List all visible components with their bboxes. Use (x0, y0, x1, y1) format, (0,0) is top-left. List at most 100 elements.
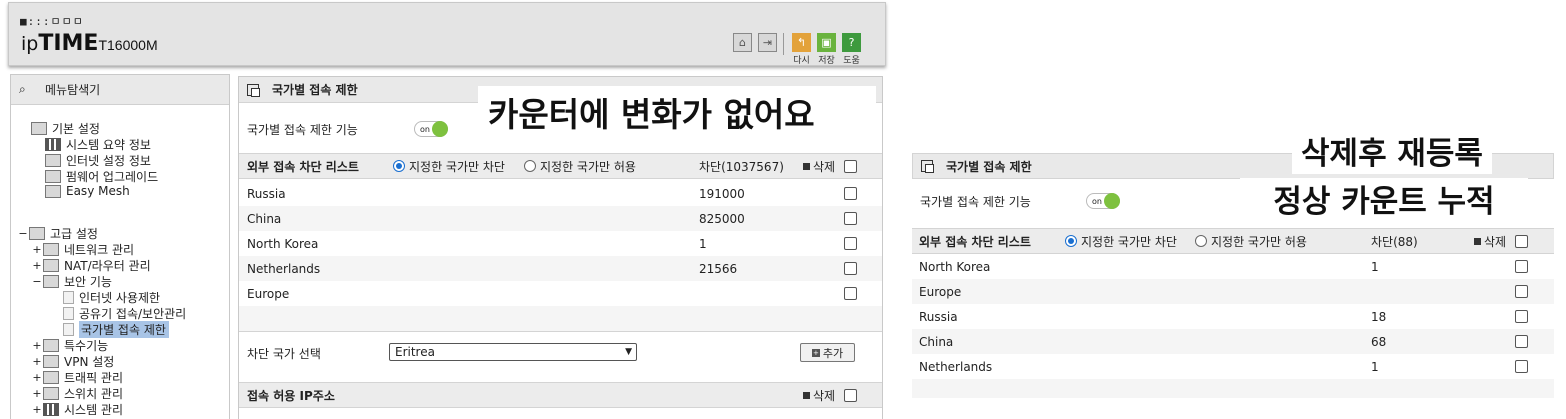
radio-block-only[interactable]: 지정한 국가만 차단 (1065, 233, 1177, 250)
tree-item-access-security[interactable]: 공유기 접속/보안관리 (63, 305, 186, 322)
table-row: Netherlands 1 (912, 354, 1554, 379)
radio-allow-only[interactable]: 지정한 국가만 허용 (1195, 233, 1307, 250)
logout-icon[interactable]: ⇥ (758, 33, 777, 52)
add-country-button[interactable]: + 추가 (800, 343, 855, 362)
router-header: ■:::ㅁㅁㅁ ipTIMET16000M ⌂ ⇥ ↰ 다시 ▣ 저장 ? 도움 (8, 2, 886, 66)
table-row: Russia 18 (912, 304, 1554, 329)
country-select[interactable]: Eritrea ▼ (389, 343, 637, 361)
monitor-icon (45, 154, 61, 167)
radio-allow-icon (524, 160, 536, 172)
expand-icon[interactable]: + (31, 339, 43, 352)
annotation-reregister-line1: 삭제후 재등록 (1292, 134, 1492, 174)
plus-icon: + (811, 348, 820, 357)
expand-icon[interactable]: + (31, 259, 43, 272)
row-checkbox[interactable] (1515, 335, 1528, 348)
block-count: 1 (1371, 259, 1379, 274)
radio-allow-label: 지정한 국가만 허용 (1211, 234, 1307, 249)
delete-icon (803, 391, 810, 399)
row-checkbox[interactable] (844, 187, 857, 200)
tree-item-network[interactable]: + 네트워크 관리 (31, 241, 134, 258)
row-checkbox[interactable] (1515, 310, 1528, 323)
tree-item-security[interactable]: − 보안 기능 (31, 273, 112, 290)
allow-delete-header: 삭제 (803, 387, 835, 404)
tree-item-easy-mesh[interactable]: Easy Mesh (45, 184, 130, 198)
help-button[interactable]: ? 도움 (842, 33, 861, 66)
tree-label: 인터넷 설정 정보 (66, 154, 151, 168)
tree-group-basic[interactable]: 기본 설정 (31, 120, 100, 137)
logo-mark: ■:::ㅁㅁㅁ (20, 15, 84, 28)
expand-icon[interactable]: + (31, 355, 43, 368)
help-label: 도움 (843, 56, 860, 66)
panel-title: 국가별 접속 제한 (946, 159, 1032, 174)
function-toggle[interactable]: on (1086, 193, 1120, 209)
tree-item-internet-info[interactable]: 인터넷 설정 정보 (45, 152, 151, 169)
tree-item-nat[interactable]: + NAT/라우터 관리 (31, 257, 151, 274)
select-all-checkbox[interactable] (1515, 234, 1528, 248)
home-icon[interactable]: ⌂ (733, 33, 752, 52)
network-icon (43, 243, 59, 256)
restart-icon: ↰ (792, 33, 811, 52)
table-row: Netherlands 21566 (239, 256, 882, 281)
tree-item-special[interactable]: + 특수기능 (31, 337, 108, 354)
country-name: Europe (919, 284, 962, 299)
menu-explorer-header: ⌕ 메뉴탐색기 (11, 75, 229, 105)
tree-label: 고급 설정 (50, 227, 98, 241)
mesh-icon (45, 184, 61, 198)
row-checkbox[interactable] (844, 287, 857, 300)
restart-button[interactable]: ↰ 다시 (792, 33, 811, 66)
tree-item-firmware[interactable]: 펌웨어 업그레이드 (45, 168, 158, 185)
delete-column-header: 삭제 (1474, 233, 1506, 250)
expand-icon[interactable]: + (31, 403, 43, 416)
row-checkbox[interactable] (1515, 260, 1528, 273)
list-spacer (912, 379, 1554, 398)
page-icon (63, 307, 74, 320)
function-toggle[interactable]: on (414, 121, 448, 137)
row-checkbox[interactable] (1515, 285, 1528, 298)
row-checkbox[interactable] (844, 237, 857, 250)
tree-item-system[interactable]: + 시스템 관리 (31, 401, 123, 418)
function-label: 국가별 접속 제한 기능 (247, 122, 358, 137)
allow-select-all-checkbox[interactable] (844, 388, 857, 402)
tree-group-advanced[interactable]: − 고급 설정 (17, 225, 98, 242)
tree-item-traffic[interactable]: + 트래픽 관리 (31, 369, 123, 386)
tree-item-internet-restrict[interactable]: 인터넷 사용제한 (63, 289, 160, 306)
row-checkbox[interactable] (1515, 360, 1528, 373)
row-checkbox[interactable] (844, 262, 857, 275)
window-icon (247, 83, 260, 97)
help-icon: ? (842, 33, 861, 52)
radio-allow-icon (1195, 235, 1207, 247)
tree-label: 펌웨어 업그레이드 (66, 170, 159, 184)
expand-icon[interactable]: + (31, 387, 43, 400)
select-all-checkbox[interactable] (844, 159, 857, 173)
radio-block-label: 지정한 국가만 차단 (409, 159, 505, 174)
country-name: China (247, 211, 282, 226)
collapse-icon[interactable]: − (31, 275, 43, 288)
save-label: 저장 (818, 56, 835, 66)
tree-item-country-block[interactable]: 국가별 접속 제한 (63, 321, 169, 338)
tree-label: 트래픽 관리 (64, 371, 124, 385)
chart-icon (45, 138, 61, 151)
tree-item-system-summary[interactable]: 시스템 요약 정보 (45, 136, 151, 153)
expand-icon[interactable]: + (31, 243, 43, 256)
radio-allow-only[interactable]: 지정한 국가만 허용 (524, 158, 636, 175)
country-name: Netherlands (919, 359, 993, 374)
toolbar-divider (783, 33, 784, 55)
expand-icon[interactable]: + (31, 371, 43, 384)
tree-item-switch[interactable]: + 스위치 관리 (31, 385, 123, 402)
country-select-value: Eritrea (395, 345, 435, 359)
tree-label: NAT/라우터 관리 (64, 259, 151, 273)
toggle-text: on (1092, 196, 1102, 206)
save-button[interactable]: ▣ 저장 (817, 33, 836, 66)
select-country-label: 차단 국가 선택 (247, 347, 321, 361)
country-name: Russia (247, 186, 286, 201)
collapse-icon[interactable]: − (17, 227, 29, 240)
tree-label: 공유기 접속/보안관리 (79, 307, 187, 321)
upgrade-icon (45, 170, 61, 183)
row-checkbox[interactable] (844, 212, 857, 225)
radio-block-only[interactable]: 지정한 국가만 차단 (393, 158, 505, 175)
toggle-knob (432, 121, 448, 137)
list-spacer (239, 306, 882, 332)
tree-label: VPN 설정 (64, 355, 115, 369)
tree-label: 인터넷 사용제한 (79, 291, 161, 305)
tree-item-vpn[interactable]: + VPN 설정 (31, 353, 114, 370)
